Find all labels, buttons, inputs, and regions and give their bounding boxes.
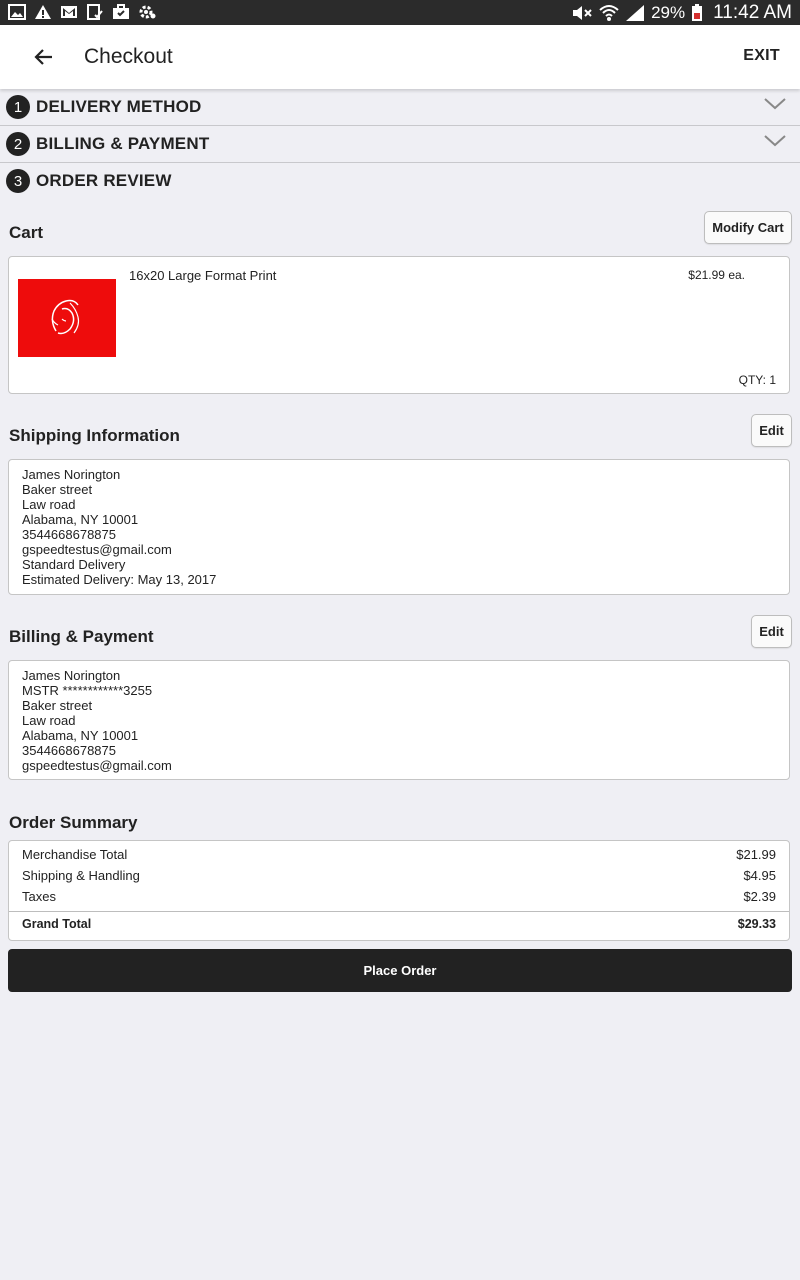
summary-value: $21.99	[736, 847, 776, 862]
card-number: MSTR ************3255	[22, 683, 153, 698]
warning-icon	[35, 5, 51, 19]
shipping-card: James Norington Baker street Law road Al…	[8, 459, 790, 595]
edit-shipping-button[interactable]: Edit	[751, 414, 792, 447]
gmail-icon	[61, 6, 77, 18]
grand-total-value: $29.33	[737, 917, 776, 931]
summary-value: $4.95	[743, 868, 776, 883]
product-quantity: QTY: 1	[738, 373, 776, 387]
step-number: 1	[6, 95, 30, 119]
back-button[interactable]	[26, 41, 62, 73]
delivery-method: Standard Delivery	[22, 557, 126, 572]
product-price: $21.99 ea.	[688, 268, 745, 282]
chevron-down-icon	[764, 135, 786, 147]
step-label: DELIVERY METHOD	[36, 97, 202, 116]
step-label: ORDER REVIEW	[36, 171, 172, 190]
signal-icon	[626, 4, 645, 21]
briefcase-icon	[113, 4, 129, 19]
edit-billing-button[interactable]: Edit	[751, 615, 792, 648]
billing-street-2: Law road	[22, 713, 76, 728]
settings-badge-icon	[139, 5, 156, 19]
shipping-street: Baker street	[22, 482, 93, 497]
shipping-title: Shipping Information	[9, 426, 180, 445]
billing-email: gspeedtestus@gmail.com	[22, 758, 172, 773]
product-name: 16x20 Large Format Print	[129, 268, 277, 283]
shipping-street-2: Law road	[22, 497, 76, 512]
place-order-button[interactable]: Place Order	[8, 949, 792, 992]
cart-card: 16x20 Large Format Print $21.99 ea. QTY:…	[8, 256, 790, 394]
summary-row-taxes: Taxes $2.39	[22, 889, 776, 904]
order-summary-title: Order Summary	[9, 813, 138, 832]
billing-title: Billing & Payment	[9, 627, 154, 646]
status-bar: 29% 11:42 AM	[0, 0, 800, 25]
shipping-email: gspeedtestus@gmail.com	[22, 542, 172, 557]
summary-row-grand-total: Grand Total $29.33	[22, 917, 776, 931]
step-number: 2	[6, 132, 30, 156]
summary-label: Shipping & Handling	[22, 868, 140, 883]
step-label: BILLING & PAYMENT	[36, 134, 210, 153]
billing-phone: 3544668678875	[22, 743, 116, 758]
page-title: Checkout	[84, 45, 173, 68]
modify-cart-button[interactable]: Modify Cart	[704, 211, 792, 244]
step-number: 3	[6, 169, 30, 193]
billing-details: James Norington MSTR ************3255 Ba…	[22, 668, 172, 773]
estimated-delivery: Estimated Delivery: May 13, 2017	[22, 572, 217, 587]
mute-icon	[573, 5, 592, 20]
wifi-icon	[599, 4, 619, 21]
billing-name: James Norington	[22, 668, 121, 683]
battery-icon	[692, 3, 703, 21]
summary-value: $2.39	[743, 889, 776, 904]
cart-title: Cart	[9, 223, 44, 242]
grand-total-label: Grand Total	[22, 917, 92, 931]
order-summary-card: Merchandise Total $21.99 Shipping & Hand…	[8, 840, 790, 941]
notification-icons	[8, 4, 156, 20]
shipping-name: James Norington	[22, 467, 121, 482]
summary-label: Taxes	[22, 889, 56, 904]
shipping-address: James Norington Baker street Law road Al…	[22, 467, 216, 587]
summary-row-shipping: Shipping & Handling $4.95	[22, 868, 776, 883]
divider	[9, 911, 789, 912]
task-icon	[87, 4, 103, 20]
billing-city: Alabama, NY 10001	[22, 728, 139, 743]
app-bar: Checkout EXIT	[0, 25, 800, 89]
shipping-phone: 3544668678875	[22, 527, 116, 542]
arrow-left-icon	[34, 49, 52, 65]
summary-label: Merchandise Total	[22, 847, 128, 862]
clock: 11:42 AM	[713, 1, 792, 23]
product-thumbnail[interactable]	[18, 279, 116, 357]
system-indicators: 29% 11:42 AM	[571, 0, 792, 25]
step-order-review[interactable]: 3 ORDER REVIEW	[0, 163, 800, 199]
image-icon	[8, 4, 26, 20]
billing-street: Baker street	[22, 698, 93, 713]
battery-percent: 29%	[651, 2, 686, 22]
tiger-logo-icon	[51, 299, 80, 335]
chevron-down-icon	[764, 98, 786, 110]
step-delivery-method[interactable]: 1 DELIVERY METHOD	[0, 89, 800, 125]
exit-button[interactable]: EXIT	[743, 47, 780, 65]
summary-row-merchandise: Merchandise Total $21.99	[22, 847, 776, 862]
step-billing-payment[interactable]: 2 BILLING & PAYMENT	[0, 126, 800, 162]
shipping-city: Alabama, NY 10001	[22, 512, 139, 527]
billing-card: James Norington MSTR ************3255 Ba…	[8, 660, 790, 780]
